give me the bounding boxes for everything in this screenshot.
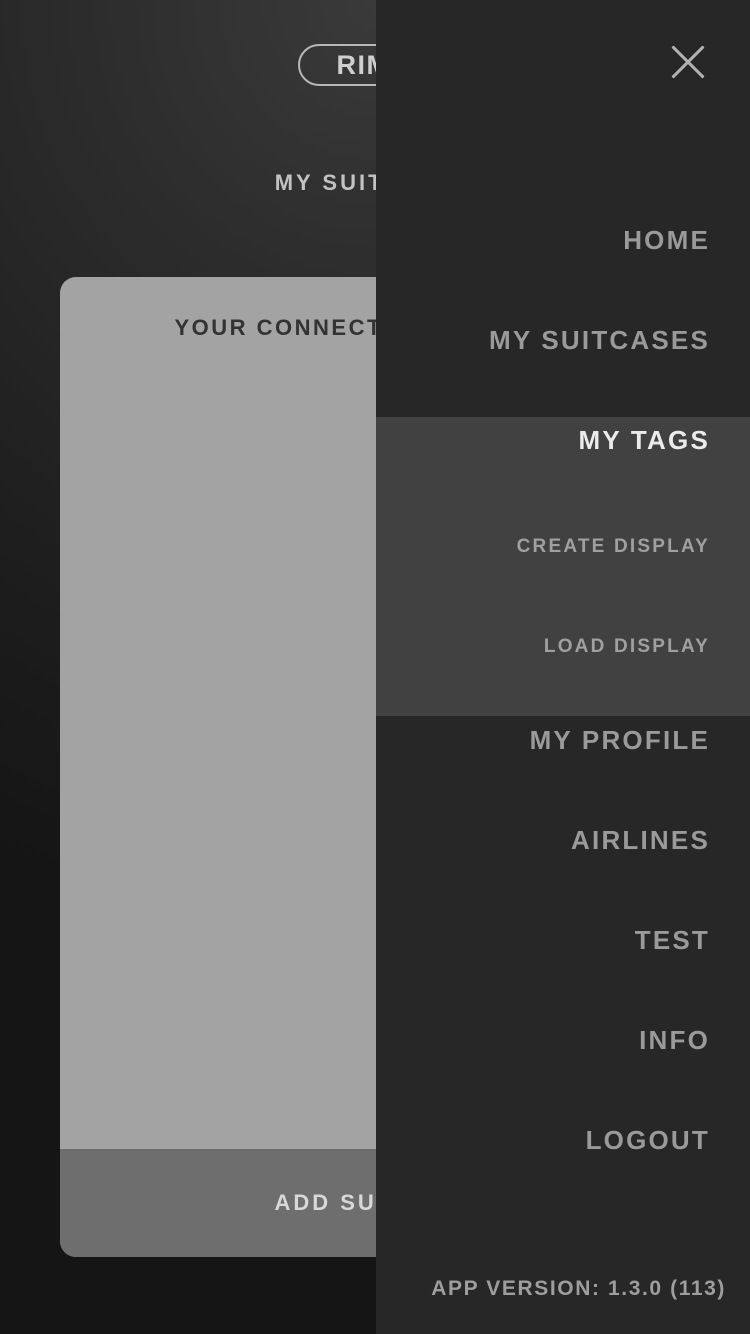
- menu-item-info[interactable]: INFO: [376, 1025, 750, 1056]
- app-version-label: APP VERSION: 1.3.0 (113): [431, 1277, 726, 1300]
- menu-item-test[interactable]: TEST: [376, 925, 750, 956]
- menu-item-home[interactable]: HOME: [376, 225, 750, 256]
- app-root: RIMOWA MY SUITCASES YOUR CONNECTED SUITC…: [0, 0, 750, 1334]
- menu-list: HOME MY SUITCASES MY TAGS CREATE DISPLAY LOA…: [376, 0, 750, 1334]
- menu-item-load-display[interactable]: LOAD DISPLAY: [376, 636, 750, 658]
- menu-item-my-profile[interactable]: MY PROFILE: [376, 725, 750, 756]
- menu-item-my-tags[interactable]: MY TAGS: [376, 425, 750, 456]
- menu-item-create-display[interactable]: CREATE DISPLAY: [376, 536, 750, 558]
- menu-item-logout[interactable]: LOGOUT: [376, 1125, 750, 1156]
- menu-item-airlines[interactable]: AIRLINES: [376, 825, 750, 856]
- menu-item-my-suitcases[interactable]: MY SUITCASES: [376, 325, 750, 356]
- navigation-drawer: HOME MY SUITCASES MY TAGS CREATE DISPLAY LOA…: [376, 0, 750, 1334]
